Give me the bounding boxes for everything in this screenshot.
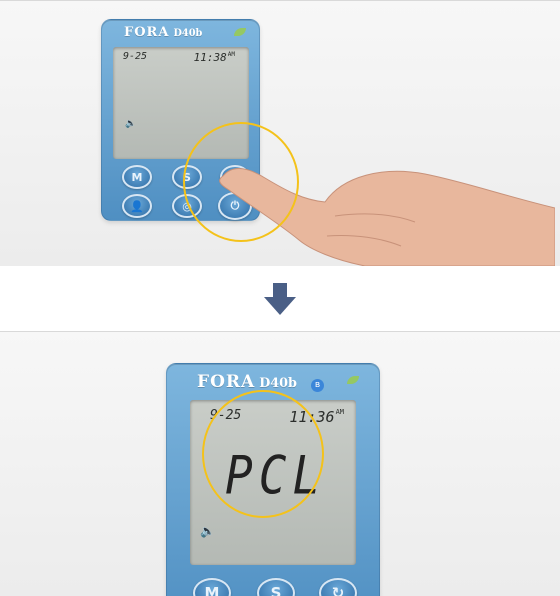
lcd-screen: 9-25 11:38AM 🔈 (113, 47, 249, 159)
lcd-time: 11:38AM (193, 51, 235, 64)
sync-button[interactable]: ↻ (319, 578, 357, 596)
brand-logo: FORA D40b (197, 372, 297, 392)
speaker-icon: 🔈 (125, 119, 137, 129)
memory-button[interactable]: M (193, 578, 231, 596)
lcd-screen: 9-25 11:36AM PCL 🔈 (190, 400, 356, 565)
user-button[interactable]: 👤 (122, 194, 152, 218)
step-transition (0, 266, 560, 331)
meter-device-closeup: FORA D40b ʙ 9-25 11:36AM PCL 🔈 M S ↻ (166, 363, 380, 596)
memory-button[interactable]: M (122, 165, 152, 189)
lcd-date: 9-25 (210, 408, 242, 423)
settings-button[interactable]: S (257, 578, 295, 596)
speaker-icon: 🔈 (200, 524, 215, 538)
leaf-icon (234, 28, 246, 36)
bluetooth-icon: ʙ (311, 379, 324, 392)
down-arrow-icon (264, 282, 296, 315)
instruction-figure: FORA D40b 9-25 11:38AM 🔈 M S ↻ 👤 ◎ ⏻ FOR… (0, 0, 560, 596)
sync-button[interactable]: ↻ (220, 165, 250, 189)
lcd-readout: PCL (225, 443, 327, 507)
pressing-hand-icon (219, 168, 555, 266)
power-button[interactable]: ⏻ (218, 192, 252, 220)
brand-logo: FORA D40b (124, 25, 203, 40)
mode-button[interactable]: ◎ (172, 194, 202, 218)
step-before-panel: FORA D40b 9-25 11:38AM 🔈 M S ↻ 👤 ◎ ⏻ (0, 0, 560, 267)
leaf-icon (347, 376, 359, 384)
settings-button[interactable]: S (172, 165, 202, 189)
meter-device: FORA D40b 9-25 11:38AM 🔈 M S ↻ 👤 ◎ ⏻ (100, 19, 261, 228)
lcd-date: 9-25 (123, 51, 148, 62)
lcd-time: 11:36AM (289, 408, 344, 426)
